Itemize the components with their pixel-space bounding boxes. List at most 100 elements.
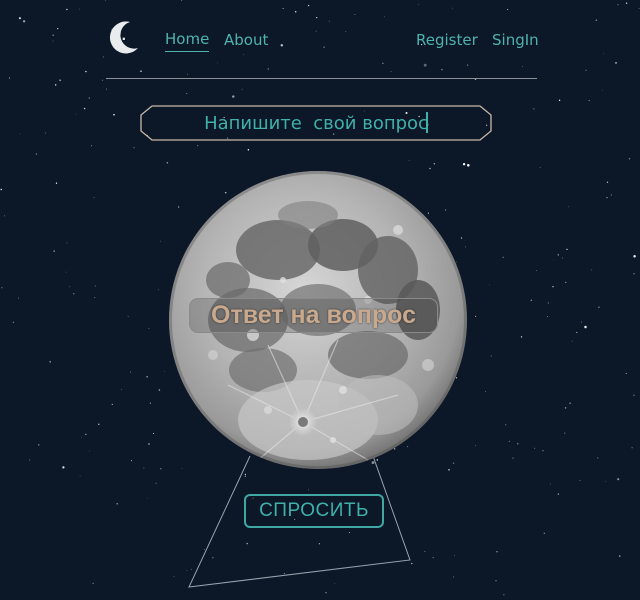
star: [212, 556, 214, 559]
star: [625, 2, 628, 4]
star: [354, 14, 356, 15]
star: [101, 79, 104, 81]
question-input[interactable]: [150, 109, 482, 137]
star: [503, 594, 505, 596]
star: [12, 321, 15, 324]
star: [65, 271, 67, 273]
star: [127, 316, 129, 317]
star: [543, 532, 545, 534]
star: [605, 481, 606, 482]
star: [283, 572, 285, 574]
star: [153, 433, 155, 434]
nav-register-link[interactable]: Register: [416, 31, 478, 49]
star: [467, 164, 470, 167]
star: [129, 371, 131, 373]
star: [94, 297, 96, 298]
star: [62, 466, 65, 469]
star: [553, 259, 555, 260]
star: [173, 575, 175, 577]
star: [625, 373, 627, 375]
nav-home-link[interactable]: Home: [165, 30, 210, 52]
star: [247, 149, 250, 151]
star: [474, 445, 476, 447]
star: [105, 88, 107, 90]
star: [280, 44, 284, 47]
nav-signin-link[interactable]: SingIn: [492, 31, 539, 49]
star: [591, 269, 593, 271]
star: [571, 340, 573, 342]
star: [92, 582, 94, 585]
star: [242, 53, 244, 55]
star: [638, 8, 640, 9]
star: [85, 433, 87, 436]
star: [557, 254, 560, 256]
star: [17, 297, 20, 299]
star: [54, 84, 57, 86]
star: [348, 531, 350, 534]
star: [143, 467, 145, 469]
star: [485, 391, 487, 393]
star: [79, 8, 80, 10]
star: [49, 361, 51, 363]
star: [52, 34, 54, 36]
star: [57, 27, 59, 30]
star: [323, 46, 325, 48]
star: [159, 240, 161, 242]
star: [88, 97, 90, 99]
ask-button[interactable]: СПРОСИТЬ: [244, 494, 384, 528]
star: [539, 167, 541, 168]
star: [569, 402, 571, 404]
star: [104, 0, 106, 1]
answer-text: Ответ на вопрос: [211, 301, 416, 329]
star: [565, 281, 567, 283]
star: [547, 302, 549, 304]
star: [149, 402, 151, 404]
star: [598, 306, 600, 308]
star: [241, 88, 243, 90]
star: [466, 64, 469, 66]
star: [186, 93, 188, 95]
star: [69, 286, 71, 288]
star: [542, 449, 544, 452]
star: [146, 497, 148, 499]
star: [452, 7, 453, 9]
star: [584, 325, 587, 329]
star: [66, 8, 68, 11]
star: [334, 583, 336, 584]
star: [547, 316, 549, 317]
star: [186, 569, 188, 571]
star: [432, 556, 434, 559]
star: [454, 555, 455, 556]
star: [8, 77, 10, 79]
star: [564, 407, 567, 409]
star: [52, 40, 54, 42]
star: [507, 8, 509, 11]
star: [1, 287, 3, 289]
star: [98, 423, 100, 425]
star: [133, 147, 135, 149]
star: [55, 182, 58, 184]
nav-about-link[interactable]: About: [224, 31, 268, 49]
star: [549, 483, 551, 485]
star: [576, 331, 578, 334]
star: [536, 269, 538, 271]
star: [91, 145, 93, 147]
star: [73, 293, 75, 295]
star: [610, 194, 612, 196]
star: [568, 206, 569, 208]
star: [552, 286, 554, 288]
star: [615, 62, 617, 64]
crescent-moon-logo-icon[interactable]: .?.: [104, 18, 144, 58]
star: [53, 250, 55, 252]
star: [18, 17, 21, 20]
star: [382, 62, 384, 65]
star: [190, 568, 192, 570]
star: [307, 4, 310, 7]
star: [530, 299, 533, 302]
star: [160, 468, 162, 470]
star: [502, 256, 504, 258]
star: [606, 197, 608, 199]
star: [85, 70, 87, 73]
star: [81, 436, 82, 438]
star: [423, 63, 427, 67]
